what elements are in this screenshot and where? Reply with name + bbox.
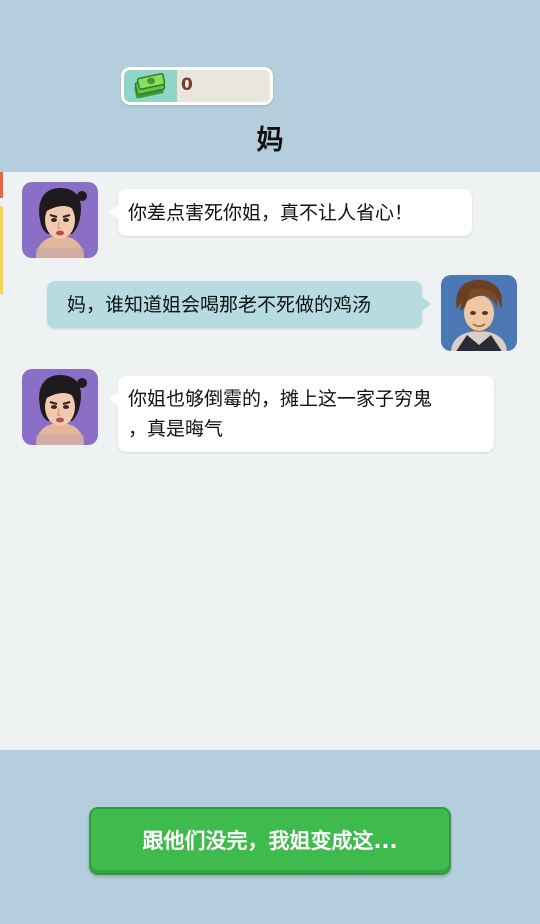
message-text-line: ，真是晦气	[128, 418, 224, 440]
message-text-line: 你姐也够倒霉的，摊上这一家子穷鬼	[128, 388, 433, 410]
money-counter: 0	[121, 67, 273, 105]
mom-avatar[interactable]	[22, 182, 98, 258]
chat-area[interactable]	[0, 172, 540, 750]
message-bubble-incoming: 你姐也够倒霉的，摊上这一家子穷鬼 ，真是晦气	[109, 376, 494, 452]
side-tab-indicator	[0, 172, 3, 198]
message-bubble-incoming: 你差点害死你姐，真不让人省心！	[109, 189, 472, 236]
reply-option-button[interactable]: 跟他们没完，我姐变成这...	[89, 807, 451, 875]
message-text: 妈，谁知道姐会喝那老不死做的鸡汤	[67, 294, 372, 316]
contact-name: 妈	[256, 125, 284, 156]
side-tab-indicator	[0, 206, 3, 294]
mom-avatar[interactable]	[22, 369, 98, 445]
player-avatar[interactable]	[441, 275, 517, 351]
money-value: 0	[181, 75, 193, 95]
cash-stack-icon	[124, 70, 177, 102]
message-bubble-outgoing: 妈，谁知道姐会喝那老不死做的鸡汤	[47, 281, 431, 328]
message-text: 你差点害死你姐，真不让人省心！	[128, 202, 414, 224]
